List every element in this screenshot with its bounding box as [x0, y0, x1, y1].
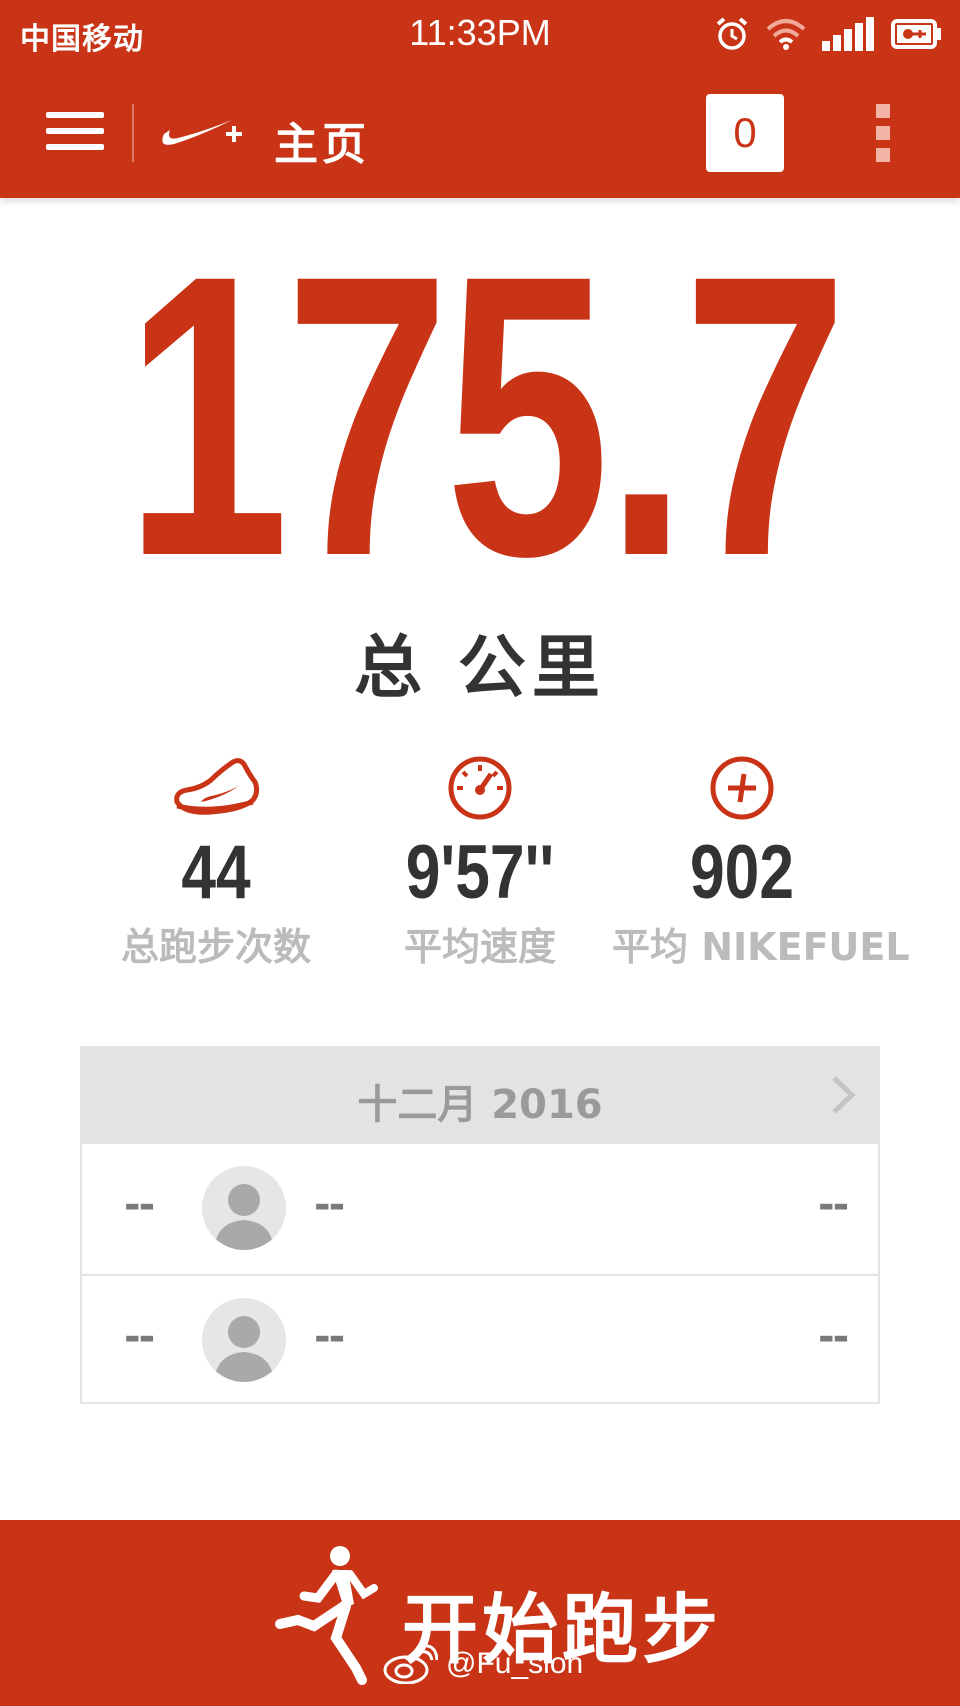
nike-plus-logo-icon — [162, 120, 242, 145]
stat-label: 平均速度 — [403, 925, 556, 969]
avatar — [202, 1166, 286, 1250]
overflow-menu-button[interactable] — [876, 104, 892, 162]
row-date: -- — [124, 1314, 155, 1360]
status-bar: 中国移动 11:33PM — [0, 0, 960, 68]
stats-row: 44 总跑步次数 9'57'' 平均速度 902 平均 NIKEFUEL — [0, 752, 960, 992]
more-vertical-icon — [876, 104, 890, 118]
wifi-icon — [766, 19, 806, 50]
start-run-button[interactable]: 开始跑步 @Fu_sion — [0, 1520, 960, 1706]
speedometer-icon — [448, 756, 512, 820]
runner-icon — [275, 1546, 378, 1685]
signal-icon — [822, 17, 874, 51]
app-screen: 中国移动 11:33PM 主页 0 175.7 总 公里 44 总跑步次数 9'… — [0, 0, 960, 1706]
stat-value: 44 — [181, 830, 251, 915]
stat-label: 平均 NIKEFUEL — [612, 925, 910, 969]
fuel-plus-icon — [710, 756, 774, 820]
battery-charging-icon — [891, 19, 941, 49]
chevron-right-icon[interactable] — [828, 1074, 858, 1116]
shoe-icon — [174, 758, 260, 815]
stat-total-runs: 44 总跑步次数 — [86, 752, 346, 971]
stat-value: 902 — [690, 830, 794, 915]
menu-icon — [46, 112, 104, 118]
app-bar: 主页 0 — [0, 68, 960, 198]
row-date: -- — [124, 1182, 155, 1228]
weibo-logo-icon — [383, 1644, 438, 1684]
month-label: 十二月 2016 — [357, 1082, 603, 1128]
status-icons — [714, 14, 942, 54]
alarm-icon — [716, 17, 748, 50]
history-row[interactable]: -- -- -- — [82, 1142, 878, 1274]
stat-average-pace: 9'57'' 平均速度 — [350, 752, 610, 971]
user-avatar-icon — [214, 1316, 274, 1382]
divider — [132, 104, 134, 162]
stat-label: 总跑步次数 — [120, 925, 311, 969]
avatar — [202, 1298, 286, 1382]
menu-button[interactable] — [46, 112, 104, 152]
user-avatar-icon — [214, 1184, 274, 1250]
row-name: -- — [314, 1314, 345, 1360]
page-title: 主页 — [274, 119, 370, 170]
row-distance: -- — [818, 1314, 849, 1360]
run-history-panel: 十二月 2016 -- -- -- -- -- -- — [80, 1046, 880, 1404]
notification-count-button[interactable]: 0 — [706, 94, 784, 172]
watermark: @Fu_sion — [382, 1644, 583, 1684]
month-header[interactable]: 十二月 2016 — [82, 1048, 878, 1142]
row-name: -- — [314, 1182, 345, 1228]
total-distance-value: 175.7 — [124, 192, 848, 639]
total-distance-label: 总 公里 — [354, 629, 606, 708]
stat-value: 9'57'' — [405, 830, 555, 915]
stat-average-fuel: 902 平均 NIKEFUEL — [612, 752, 910, 971]
row-distance: -- — [818, 1182, 849, 1228]
history-row[interactable]: -- -- -- — [82, 1274, 878, 1406]
watermark-text: @Fu_sion — [446, 1647, 584, 1680]
